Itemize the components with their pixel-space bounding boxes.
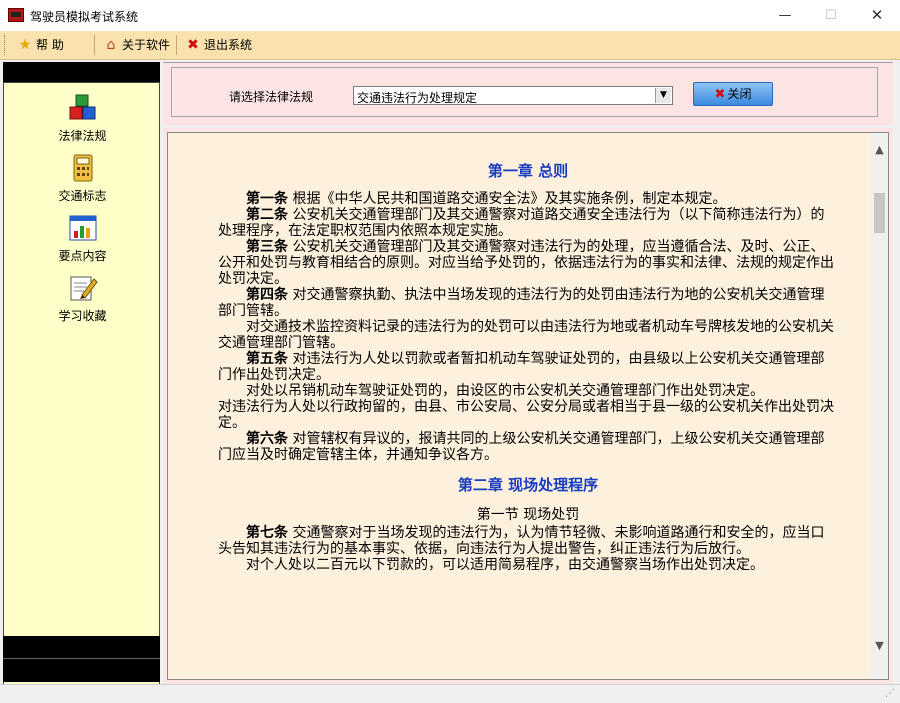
article-paragraph: 对违法行为人处以行政拘留的，由县、市公安局、公安分局或者相当于县一级的公安机关作… — [218, 399, 834, 431]
chapter-heading: 第一章 总则 — [487, 162, 569, 180]
scroll-down-icon[interactable]: ▼ — [871, 639, 888, 652]
close-x-icon: ✖ — [187, 37, 199, 53]
article-number: 第七条 — [246, 525, 288, 541]
sidebar-item-label: 学习收藏 — [58, 309, 107, 323]
sidebar-item-label: 交通标志 — [58, 189, 107, 203]
article-paragraph: 第一条 根据《中华人民共和国道路交通安全法》及其实施条例，制定本规定。 — [218, 191, 838, 207]
resize-grip-icon[interactable]: ⋰ — [885, 688, 897, 700]
article-paragraph: 对交通技术监控资料记录的违法行为的处罚可以由违法行为地或者机动车号牌核发地的公安… — [218, 319, 834, 351]
law-selector-label: 请选择法律法规 — [229, 90, 314, 104]
close-button-label: 关闭 — [727, 87, 752, 101]
section-heading: 第一节 现场处罚 — [476, 507, 580, 523]
law-selector-group: 请选择法律法规 交通违法行为处理规定 ▼ ✖ 关闭 — [171, 67, 878, 117]
chapter-heading: 第二章 现场处理程序 — [457, 476, 599, 494]
scrollbar-thumb[interactable] — [874, 193, 885, 233]
app-icon — [8, 8, 24, 22]
bar-chart-icon — [69, 215, 97, 241]
close-window-button[interactable]: ✕ — [854, 0, 900, 31]
article-number: 第一条 — [246, 191, 288, 207]
calculator-icon — [73, 154, 93, 182]
window-title: 驾驶员模拟考试系统 — [30, 10, 139, 24]
scroll-up-icon[interactable]: ▲ — [871, 143, 888, 156]
exit-button[interactable]: ✖ 退出系统 — [182, 34, 258, 56]
close-x-icon: ✖ — [714, 87, 726, 102]
sidebar-item-label: 法律法规 — [58, 129, 107, 143]
notepad-pencil-icon — [70, 276, 98, 301]
article-text: 对违法行为人处以罚款或者暂扣机动车驾驶证处罚的，由县级以上公安机关交通管理部门作… — [218, 351, 825, 383]
article-paragraph: 第三条 公安机关交通管理部门及其交通警察对违法行为的处理，应当遵循合法、及时、公… — [218, 239, 838, 287]
close-button[interactable]: ✖ 关闭 — [693, 82, 773, 106]
sidebar-item-signs[interactable]: 交通标志 — [4, 153, 161, 203]
cubes-icon — [69, 94, 96, 120]
home-icon: ⌂ — [106, 37, 116, 53]
article-number: 第五条 — [246, 351, 288, 367]
toolbar-separator — [94, 35, 95, 55]
title-bar: 驾驶员模拟考试系统 — ☐ ✕ — [0, 0, 900, 32]
sidebar-item-laws[interactable]: 法律法规 — [4, 93, 161, 143]
minimize-button[interactable]: — — [762, 0, 808, 31]
document-frame: 第一章 总则 第一条 根据《中华人民共和国道路交通安全法》及其实施条例，制定本规… — [163, 128, 893, 684]
article-paragraph: 第二条 公安机关交通管理部门及其交通警察对道路交通安全违法行为（以下简称违法行为… — [218, 207, 838, 239]
sidebar-panel: 法律法规 交通标志 要点内容 学习收藏 — [3, 82, 160, 696]
toolbar: ★ 帮 助 ⌂ 关于软件 ✖ 退出系统 — [0, 31, 900, 60]
about-button[interactable]: ⌂ 关于软件 — [100, 34, 176, 56]
star-icon: ★ — [18, 37, 32, 53]
help-label: 帮 助 — [36, 38, 64, 52]
dropdown-arrow-icon[interactable]: ▼ — [655, 88, 671, 103]
sidebar-item-label: 要点内容 — [58, 249, 107, 263]
article-paragraph: 第六条 对管辖权有异议的，报请共同的上级公安机关交通管理部门，上级公安机关交通管… — [218, 431, 838, 463]
article-number: 第二条 — [246, 207, 288, 223]
article-text: 对交通警察执勤、执法中当场发现的违法行为的处罚由违法行为地的公安机关交通管理部门… — [218, 287, 825, 319]
law-selector-panel: 请选择法律法规 交通违法行为处理规定 ▼ ✖ 关闭 — [163, 62, 893, 125]
help-button[interactable]: ★ 帮 助 — [14, 34, 70, 56]
article-paragraph: 对个人处以二百元以下罚款的，可以适用简易程序，由交通警察当场作出处罚决定。 — [246, 557, 764, 573]
toolbar-separator — [176, 35, 177, 55]
law-document-viewer[interactable]: 第一章 总则 第一条 根据《中华人民共和国道路交通安全法》及其实施条例，制定本规… — [167, 132, 889, 680]
law-select-value: 交通违法行为处理规定 — [357, 91, 478, 105]
sidebar-item-favorites[interactable]: 学习收藏 — [4, 273, 161, 323]
article-paragraph: 第七条 交通警察对于当场发现的违法行为，认为情节轻微、未影响道路通行和安全的，应… — [218, 525, 838, 557]
article-text: 对管辖权有异议的，报请共同的上级公安机关交通管理部门，上级公安机关交通管理部门应… — [218, 431, 825, 463]
status-bar: ⋰ — [0, 684, 900, 703]
article-number: 第四条 — [246, 287, 288, 303]
article-paragraph: 第五条 对违法行为人处以罚款或者暂扣机动车驾驶证处罚的，由县级以上公安机关交通管… — [218, 351, 838, 383]
article-text: 根据《中华人民共和国道路交通安全法》及其实施条例，制定本规定。 — [288, 191, 727, 207]
law-select-dropdown[interactable]: 交通违法行为处理规定 ▼ — [353, 86, 673, 105]
article-text: 公安机关交通管理部门及其交通警察对道路交通安全违法行为（以下简称违法行为）的处理… — [218, 207, 825, 239]
maximize-button[interactable]: ☐ — [808, 0, 854, 31]
exit-label: 退出系统 — [204, 38, 253, 52]
vertical-scrollbar[interactable]: ▲ ▼ — [871, 133, 888, 679]
article-number: 第三条 — [246, 239, 288, 255]
article-text: 公安机关交通管理部门及其交通警察对违法行为的处理，应当遵循合法、及时、公正、公开… — [218, 239, 834, 287]
toolbar-grip[interactable] — [4, 35, 8, 55]
article-number: 第六条 — [246, 431, 288, 447]
article-paragraph: 第四条 对交通警察执勤、执法中当场发现的违法行为的处罚由违法行为地的公安机关交通… — [218, 287, 838, 319]
law-document-text: 第一章 总则 第一条 根据《中华人民共和国道路交通安全法》及其实施条例，制定本规… — [218, 161, 838, 573]
sidebar: 法律法规 交通标志 要点内容 学习收藏 — [3, 62, 160, 696]
article-text: 交通警察对于当场发现的违法行为，认为情节轻微、未影响道路通行和安全的，应当口头告… — [218, 525, 825, 557]
article-paragraph: 对处以吊销机动车驾驶证处罚的，由设区的市公安机关交通管理部门作出处罚决定。 — [246, 383, 764, 399]
sidebar-item-key-points[interactable]: 要点内容 — [4, 213, 161, 263]
sidebar-footer — [3, 636, 160, 682]
about-label: 关于软件 — [122, 38, 171, 52]
